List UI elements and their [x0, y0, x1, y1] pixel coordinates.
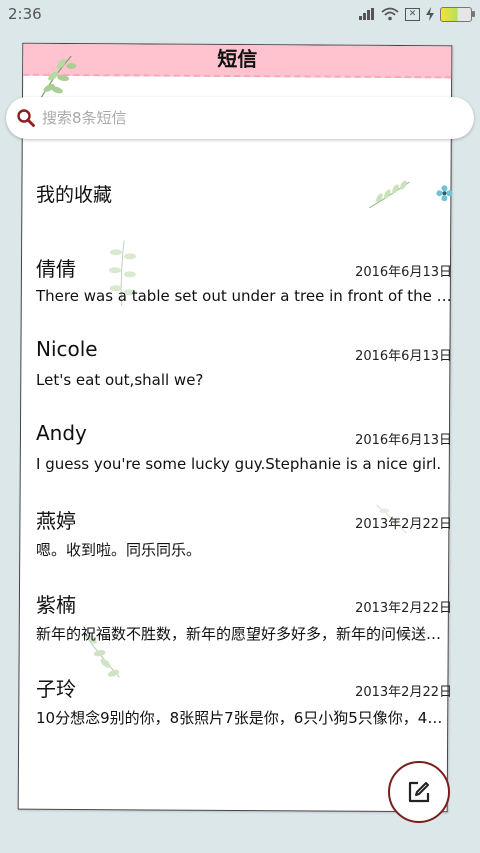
- flower-decoration-icon: [436, 185, 453, 202]
- message-sender: 燕婷: [36, 509, 76, 533]
- search-input[interactable]: [40, 108, 464, 128]
- sim-icon: ✕: [405, 7, 420, 21]
- message-date: 2016年6月13日: [355, 265, 452, 280]
- status-icons: ✕: [359, 6, 475, 22]
- page-title: 短信: [217, 46, 258, 72]
- message-item[interactable]: 子玲 2013年2月22日 10分想念9别的你，8张照片7张是你，6只小狗5只像…: [36, 673, 452, 745]
- message-sender: 倩倩: [36, 257, 76, 281]
- message-preview: I guess you're some lucky guy.Stephanie …: [36, 455, 442, 473]
- message-item[interactable]: 倩倩 2016年6月13日 There was a table set out …: [36, 253, 452, 325]
- message-preview: Let's eat out,shall we?: [36, 371, 204, 389]
- search-icon: [17, 109, 35, 127]
- leaf-decoration-icon: [369, 180, 410, 209]
- message-sender: Andy: [36, 421, 87, 445]
- message-preview: 嗯。收到啦。同乐同乐。: [36, 541, 202, 559]
- message-preview: There was a table set out under a tree i…: [36, 287, 452, 305]
- status-bar: 2:36 ✕: [0, 0, 480, 28]
- message-sender: Nicole: [36, 337, 98, 361]
- message-item[interactable]: 紫楠 2013年2月22日 新年的祝福数不胜数，新年的愿望好多好多，新年的问候送…: [36, 589, 452, 661]
- message-sender: 紫楠: [36, 593, 76, 617]
- message-date: 2013年2月22日: [355, 685, 452, 700]
- message-item[interactable]: Nicole 2016年6月13日 Let's eat out,shall we…: [36, 337, 452, 409]
- message-date: 2016年6月13日: [355, 349, 452, 364]
- message-date: 2013年2月22日: [355, 601, 452, 616]
- favorites-item[interactable]: 我的收藏: [36, 180, 112, 207]
- signal-icon: [359, 8, 375, 20]
- status-time: 2:36: [8, 5, 42, 23]
- compose-button[interactable]: [388, 761, 450, 823]
- charging-icon: [426, 7, 434, 21]
- leaf-decoration-icon: [40, 55, 77, 99]
- message-item[interactable]: Andy 2016年6月13日 I guess you're some luck…: [36, 421, 452, 493]
- message-preview: 10分想念9别的你，8张照片7张是你，6只小狗5只像你，4季想你: [36, 709, 452, 727]
- compose-icon: [408, 781, 430, 803]
- message-sender: 子玲: [36, 677, 76, 701]
- battery-icon: [440, 6, 475, 22]
- message-preview: 新年的祝福数不胜数，新年的愿望好多好多，新年的问候送给你: [36, 625, 452, 643]
- message-date: 2016年6月13日: [355, 433, 452, 448]
- message-item[interactable]: 燕婷 2013年2月22日 嗯。收到啦。同乐同乐。: [36, 505, 452, 577]
- message-date: 2013年2月22日: [355, 517, 452, 532]
- search-bar[interactable]: [6, 97, 474, 139]
- wifi-icon: [381, 7, 399, 21]
